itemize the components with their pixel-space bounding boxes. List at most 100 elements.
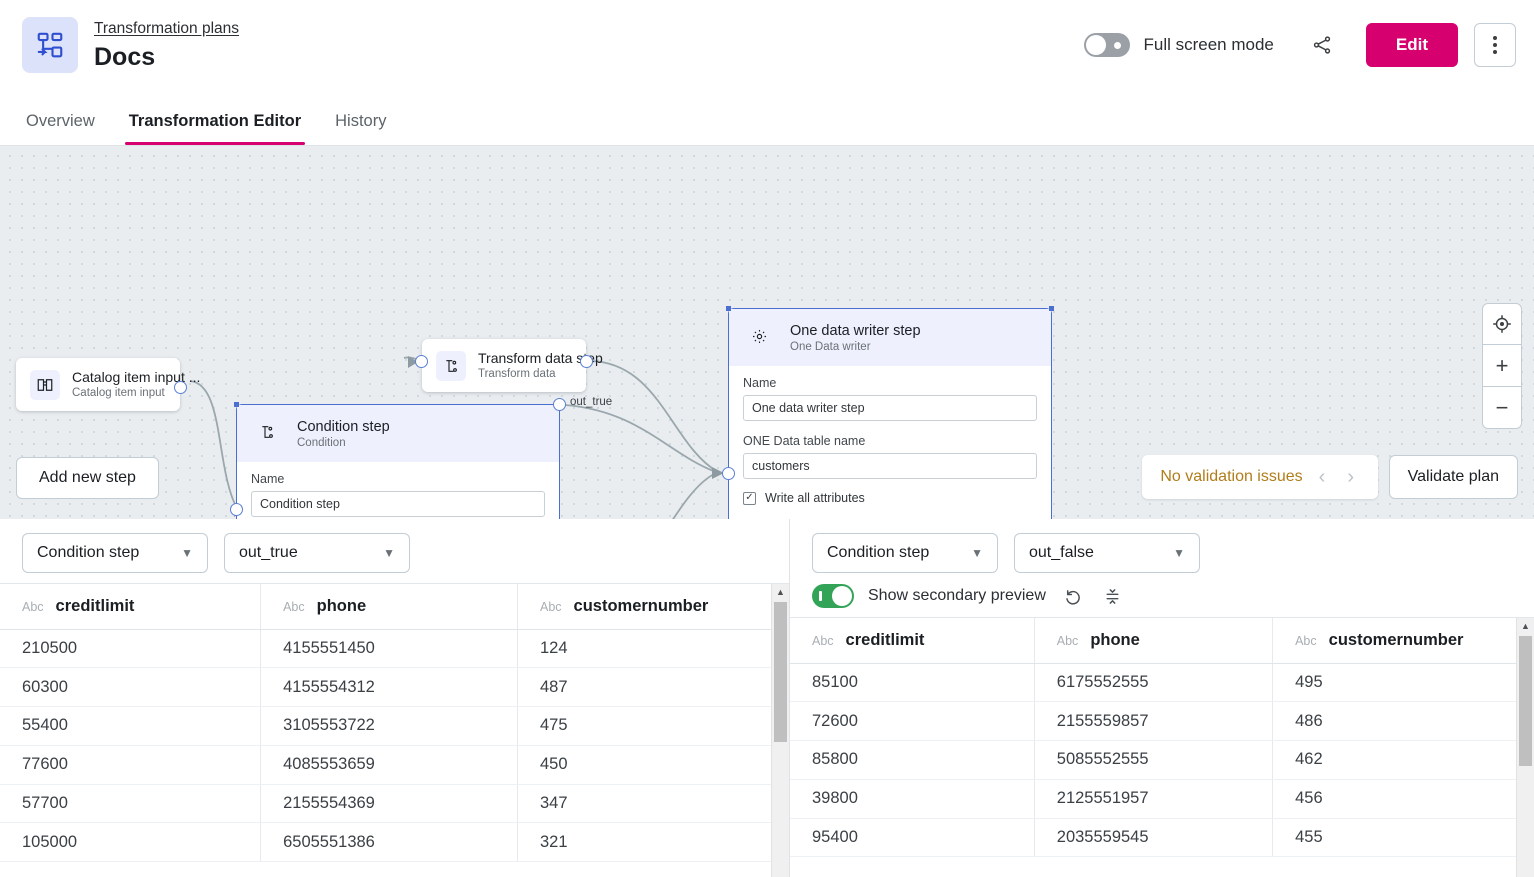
- node-condition-step[interactable]: Condition step Condition Name Condition …: [236, 404, 560, 519]
- cell-creditlimit: 105000: [0, 823, 261, 862]
- tab-overview[interactable]: Overview: [22, 111, 99, 145]
- input-handle[interactable]: [230, 503, 243, 516]
- node-body: Name Condition 1 state= "CA": [237, 462, 559, 519]
- validate-plan-button[interactable]: Validate plan: [1389, 455, 1518, 499]
- secondary-vertical-scrollbar[interactable]: ▲ ▼: [1516, 618, 1534, 877]
- fit-rows-icon[interactable]: [1100, 583, 1126, 609]
- primary-step-select[interactable]: Condition step ▼: [22, 533, 208, 573]
- chevron-left-icon[interactable]: ‹: [1313, 467, 1332, 487]
- table-row[interactable]: 105000 6505551386 321: [0, 823, 789, 862]
- show-secondary-preview-toggle[interactable]: [812, 584, 854, 608]
- column-type-label: Abc: [812, 634, 834, 648]
- cell-phone: 5085552555: [1034, 741, 1272, 780]
- more-options-button[interactable]: [1474, 23, 1516, 67]
- add-new-step-button[interactable]: Add new step: [16, 457, 159, 499]
- node-header: One data writer step One Data writer: [729, 309, 1051, 366]
- input-handle[interactable]: [415, 355, 428, 368]
- show-secondary-preview-label: Show secondary preview: [868, 587, 1046, 605]
- cell-creditlimit: 60300: [0, 668, 261, 707]
- table-row[interactable]: 55400 3105553722 475: [0, 707, 789, 746]
- cell-phone: 6175552555: [1034, 663, 1272, 702]
- column-header-creditlimit[interactable]: Abc creditlimit: [790, 618, 1034, 663]
- tab-transformation-editor[interactable]: Transformation Editor: [125, 111, 305, 145]
- validation-status-bar: No validation issues ‹ ›: [1142, 455, 1378, 499]
- node-subtitle: Transform data: [478, 367, 603, 382]
- column-name: creditlimit: [56, 597, 135, 616]
- column-header-phone[interactable]: Abc phone: [261, 584, 518, 629]
- cell-customernumber: 347: [517, 784, 788, 823]
- condition-name-input[interactable]: [251, 491, 545, 517]
- transformation-canvas[interactable]: Catalog item input ... Catalog item inpu…: [0, 146, 1534, 519]
- cell-phone: 4085553659: [261, 745, 518, 784]
- chevron-right-icon[interactable]: ›: [1341, 467, 1360, 487]
- cell-customernumber: 486: [1273, 702, 1534, 741]
- table-header-row: Abc creditlimit Abc phone Abc customernu…: [790, 618, 1534, 663]
- output-handle[interactable]: [174, 381, 187, 394]
- input-handle[interactable]: [722, 467, 735, 480]
- column-type-label: Abc: [22, 600, 44, 614]
- column-header-customernumber[interactable]: Abc customernumber: [1273, 618, 1534, 663]
- table-row[interactable]: 85800 5085552555 462: [790, 741, 1534, 780]
- scroll-up-arrow-icon[interactable]: ▲: [1517, 618, 1534, 634]
- column-header-phone[interactable]: Abc phone: [1034, 618, 1272, 663]
- column-name: phone: [1090, 631, 1140, 650]
- table-row[interactable]: 85100 6175552555 495: [790, 663, 1534, 702]
- table-row[interactable]: 60300 4155554312 487: [0, 668, 789, 707]
- primary-vertical-scrollbar[interactable]: ▲ ▼: [771, 584, 789, 877]
- cell-customernumber: 475: [517, 707, 788, 746]
- table-header-row: Abc creditlimit Abc phone Abc customernu…: [0, 584, 789, 629]
- fullscreen-mode-toggle[interactable]: [1084, 33, 1130, 57]
- cell-customernumber: 462: [1273, 741, 1534, 780]
- scroll-up-arrow-icon[interactable]: ▲: [772, 584, 789, 600]
- undo-icon[interactable]: [1060, 583, 1086, 609]
- primary-output-select[interactable]: out_true ▼: [224, 533, 410, 573]
- resize-anchor-tr[interactable]: [1049, 306, 1054, 311]
- table-row[interactable]: 57700 2155554369 347: [0, 784, 789, 823]
- table-row[interactable]: 210500 4155551450 124: [0, 629, 789, 668]
- cell-creditlimit: 95400: [790, 818, 1034, 857]
- table-row[interactable]: 39800 2125551957 456: [790, 779, 1534, 818]
- edit-button[interactable]: Edit: [1366, 23, 1458, 67]
- resize-anchor-tl[interactable]: [726, 306, 731, 311]
- one-data-table-name-input[interactable]: [743, 453, 1037, 479]
- writer-name-input[interactable]: [743, 395, 1037, 421]
- cell-customernumber: 321: [517, 823, 788, 862]
- node-header: Catalog item input ... Catalog item inpu…: [16, 358, 180, 411]
- resize-anchor-tl[interactable]: [234, 402, 239, 407]
- secondary-preview-table-wrap[interactable]: Abc creditlimit Abc phone Abc customernu…: [790, 617, 1534, 877]
- node-one-data-writer-step[interactable]: One data writer step One Data writer Nam…: [728, 308, 1052, 519]
- secondary-step-select[interactable]: Condition step ▼: [812, 533, 998, 573]
- cell-phone: 4155551450: [261, 629, 518, 668]
- breadcrumb[interactable]: Transformation plans: [94, 18, 239, 40]
- output-handle[interactable]: [580, 355, 593, 368]
- secondary-output-select[interactable]: out_false ▼: [1014, 533, 1200, 573]
- scrollbar-thumb[interactable]: [1519, 636, 1532, 766]
- canvas-zoom-controls: + −: [1482, 303, 1522, 429]
- secondary-preview-selectors: Condition step ▼ out_false ▼: [790, 519, 1534, 583]
- write-all-attributes-row[interactable]: ✓ Write all attributes: [743, 491, 1037, 505]
- zoom-in-button[interactable]: +: [1482, 345, 1522, 387]
- scrollbar-thumb[interactable]: [774, 602, 787, 742]
- column-header-customernumber[interactable]: Abc customernumber: [517, 584, 788, 629]
- node-title: Condition step: [297, 418, 390, 436]
- column-type-label: Abc: [1057, 634, 1079, 648]
- primary-preview-table-wrap[interactable]: Abc creditlimit Abc phone Abc customernu…: [0, 583, 789, 877]
- table-row[interactable]: 77600 4085553659 450: [0, 745, 789, 784]
- cell-phone: 6505551386: [261, 823, 518, 862]
- node-catalog-item-input[interactable]: Catalog item input ... Catalog item inpu…: [16, 358, 180, 411]
- column-header-creditlimit[interactable]: Abc creditlimit: [0, 584, 261, 629]
- table-row[interactable]: 72600 2155559857 486: [790, 702, 1534, 741]
- recenter-target-icon[interactable]: [1482, 303, 1522, 345]
- table-row[interactable]: 95400 2035559545 455: [790, 818, 1534, 857]
- cell-phone: 3105553722: [261, 707, 518, 746]
- zoom-out-button[interactable]: −: [1482, 387, 1522, 429]
- tab-history[interactable]: History: [331, 111, 390, 145]
- cell-phone: 2035559545: [1034, 818, 1272, 857]
- write-all-attributes-checkbox[interactable]: ✓: [743, 492, 756, 505]
- toggle-on-bar: [819, 591, 822, 601]
- validation-status-text: No validation issues: [1160, 468, 1302, 486]
- output-handle-true[interactable]: [553, 398, 566, 411]
- node-subtitle: One Data writer: [790, 340, 921, 355]
- node-transform-data-step[interactable]: Transform data step Transform data: [422, 339, 586, 392]
- share-icon[interactable]: [1304, 27, 1340, 63]
